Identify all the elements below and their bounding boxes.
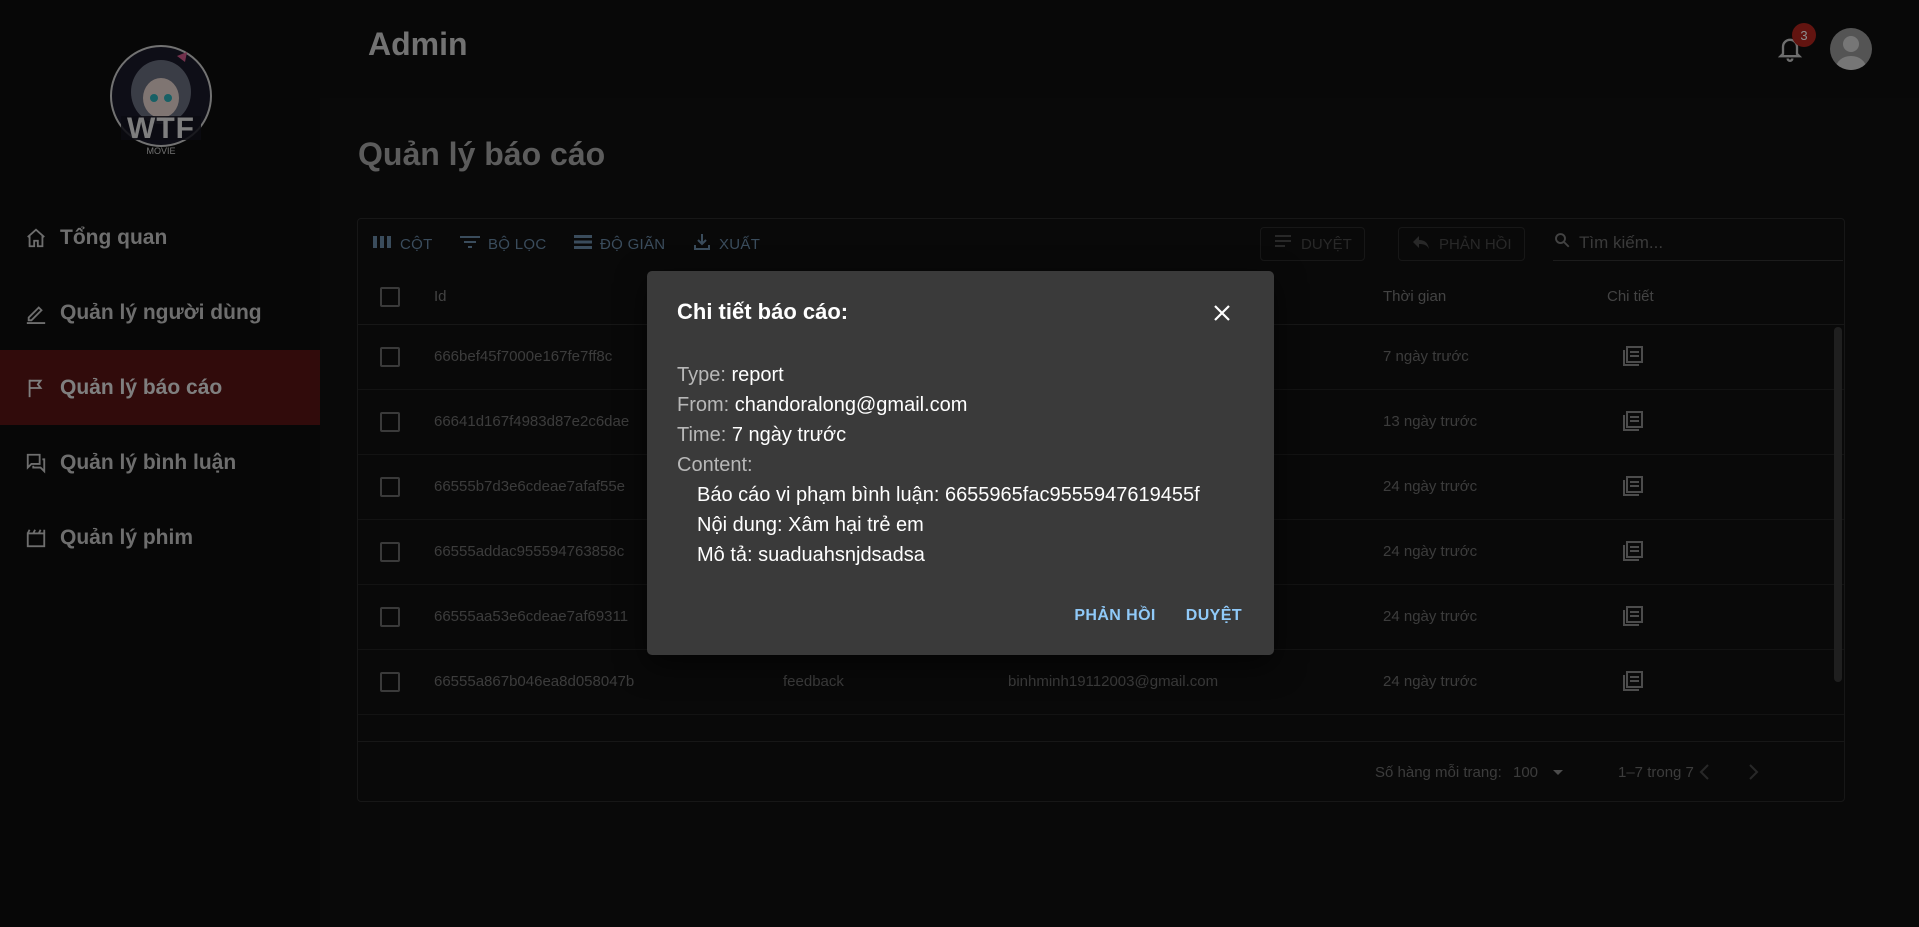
approve-button[interactable]: DUYỆT [1176,599,1252,633]
reply-button[interactable]: PHẢN HỒI [1064,599,1165,633]
detail-content-line: Mô tả: suaduahsnjdsadsa [697,544,925,566]
close-icon[interactable] [1210,301,1234,325]
detail-content-label: Content: [677,454,753,476]
dialog-actions: PHẢN HỒI DUYỆT [1064,599,1252,633]
report-detail-dialog: Chi tiết báo cáo: Type: report From: cha… [647,271,1274,655]
dialog-title: Chi tiết báo cáo: [677,299,849,324]
detail-from: From: chandoralong@gmail.com [677,394,968,416]
detail-time: Time: 7 ngày trước [677,424,847,446]
dialog-body: Type: report From: chandoralong@gmail.co… [677,360,1200,570]
detail-content-line: Báo cáo vi phạm bình luận: 6655965fac955… [697,484,1200,506]
detail-content-line: Nội dung: Xâm hại trẻ em [697,514,924,536]
detail-type: Type: report [677,364,784,386]
